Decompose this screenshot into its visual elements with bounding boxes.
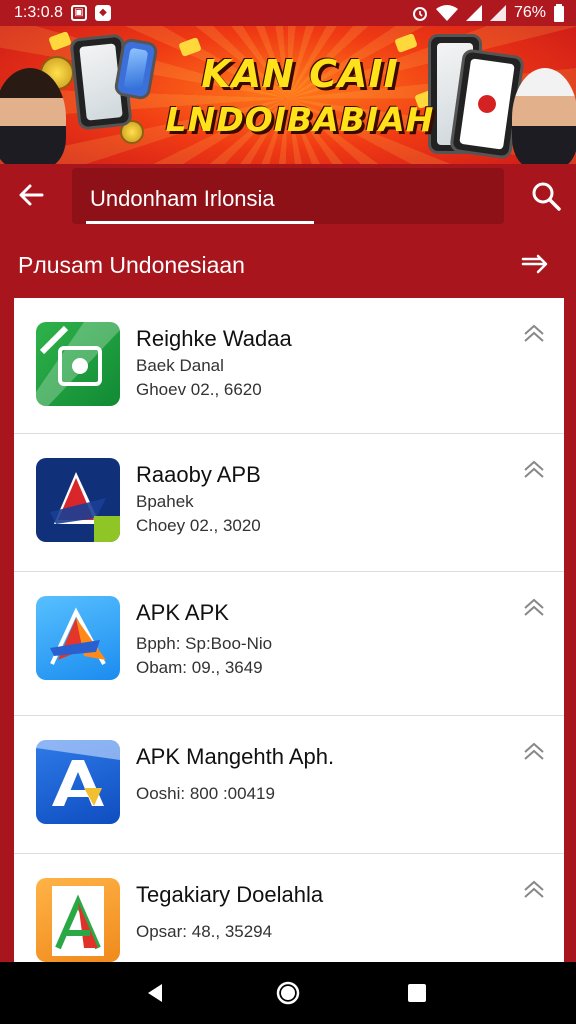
alarm-icon (412, 7, 427, 21)
app-name: Tegakiary Doelahla (136, 882, 324, 907)
search-input[interactable]: Undonham Irlonsia (72, 168, 504, 224)
blue-a-icon (36, 596, 120, 680)
chevron-up-icon (524, 880, 544, 898)
arrow-left-icon (19, 184, 44, 206)
nav-home-icon (276, 981, 300, 1005)
search-icon (532, 182, 561, 211)
battery-percent: 76% (513, 4, 546, 21)
app-bar: Undonham Irlonsia (0, 164, 576, 228)
search-button[interactable] (528, 178, 564, 214)
search-input-value: Undonham Irlonsia (90, 186, 275, 211)
status-left: 1:3:0.8 ▣ ◆ (14, 4, 111, 22)
chevron-up-icon (524, 742, 544, 760)
nav-recents-button[interactable] (402, 978, 432, 1008)
battery-icon (554, 4, 564, 22)
app-info: Choey 02., 3020 (136, 516, 261, 535)
nav-back-button[interactable] (140, 978, 170, 1008)
app-developer: Baek Danal (136, 356, 224, 375)
green-flag-icon (36, 322, 120, 406)
nav-home-button[interactable] (273, 978, 303, 1008)
banner-title-line1: KAN CAII (201, 52, 399, 96)
back-button[interactable] (16, 180, 56, 212)
signal-icon-2 (489, 5, 506, 21)
dark-blue-a-icon (36, 740, 120, 824)
list-item[interactable]: APK APK Bpph: Sp:Boo-Nio Obam: 09., 3649 (14, 572, 564, 716)
app-info: Ghoev 02., 6620 (136, 380, 262, 399)
section-more-button[interactable] (520, 252, 550, 276)
list-item[interactable]: Raaoby APB Bpahek Choey 02., 3020 (14, 434, 564, 572)
app-developer: Bpahek (136, 492, 194, 511)
red-blue-a-icon (36, 458, 120, 542)
status-bar: 1:3:0.8 ▣ ◆ 76% (0, 0, 576, 26)
nav-recents-icon (408, 984, 426, 1002)
expand-button[interactable] (522, 878, 546, 902)
app-info: Opsar: 48., 35294 (136, 922, 273, 941)
list-item[interactable]: APK Mangehth Aph. Ooshi: 800 :00419 (14, 716, 564, 854)
status-time: 1:3:0.8 (14, 4, 63, 21)
nav-back-icon (148, 984, 162, 1002)
app-info: Ooshi: 800 :00419 (136, 784, 275, 803)
app-developer: Bpph: Sp:Boo-Nio (136, 634, 273, 653)
banner-title-line2: LNDOIBABIAH (165, 100, 435, 139)
expand-button[interactable] (522, 596, 546, 620)
app-name: Raaoby APB (136, 462, 261, 487)
person-image (512, 68, 576, 164)
expand-button[interactable] (522, 322, 546, 346)
status-right: 76% (412, 4, 564, 22)
notification-icon: ◆ (94, 5, 111, 21)
app-name: Reighke Wadaa (136, 326, 292, 351)
expand-button[interactable] (522, 740, 546, 764)
expand-button[interactable] (522, 458, 546, 482)
orange-a-icon (36, 878, 120, 962)
chevron-up-icon (524, 598, 544, 616)
image-icon: ▣ (70, 5, 87, 21)
arrow-right-icon (521, 254, 548, 274)
list-item[interactable]: Tegakiary Doelahla Opsar: 48., 35294 (14, 854, 564, 962)
app-name: APK Mangehth Aph. (136, 744, 335, 769)
wifi-icon (435, 5, 458, 21)
section-header: Pлusam Undonesiaan (0, 242, 576, 290)
app-name: APK APK (136, 600, 229, 625)
navigation-bar (0, 962, 576, 1024)
app-list: Reighke Wadaa Baek Danal Ghoev 02., 6620… (14, 298, 564, 962)
list-item[interactable]: Reighke Wadaa Baek Danal Ghoev 02., 6620 (14, 298, 564, 434)
signal-icon (465, 5, 482, 21)
search-underline (86, 221, 314, 224)
app-info: Obam: 09., 3649 (136, 658, 263, 677)
section-title: Pлusam Undonesiaan (18, 252, 245, 278)
chevron-up-icon (524, 324, 544, 342)
chevron-up-icon (524, 460, 544, 478)
